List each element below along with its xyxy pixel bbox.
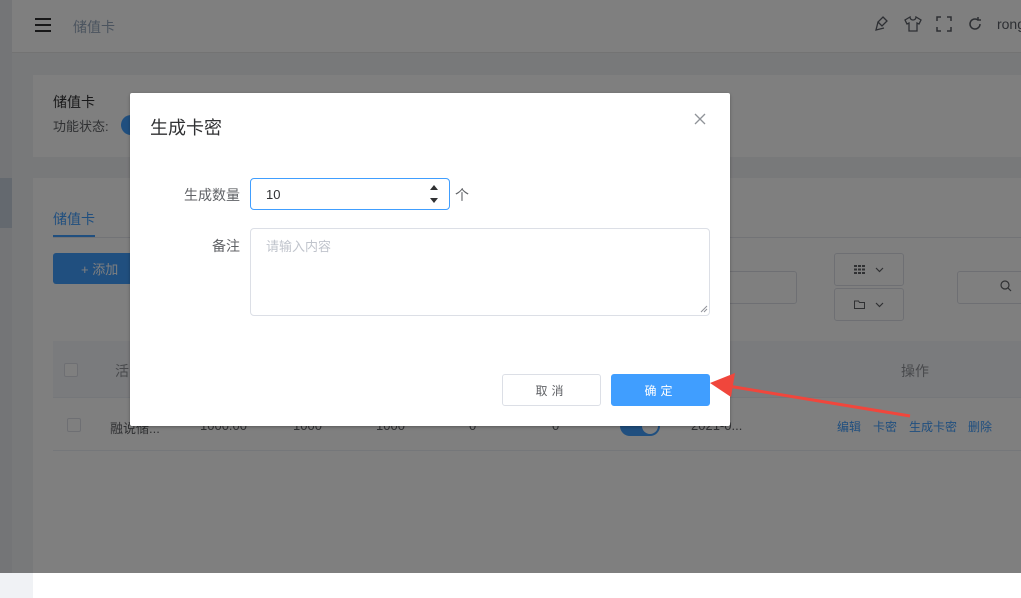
annotation-arrow-icon xyxy=(710,373,911,418)
